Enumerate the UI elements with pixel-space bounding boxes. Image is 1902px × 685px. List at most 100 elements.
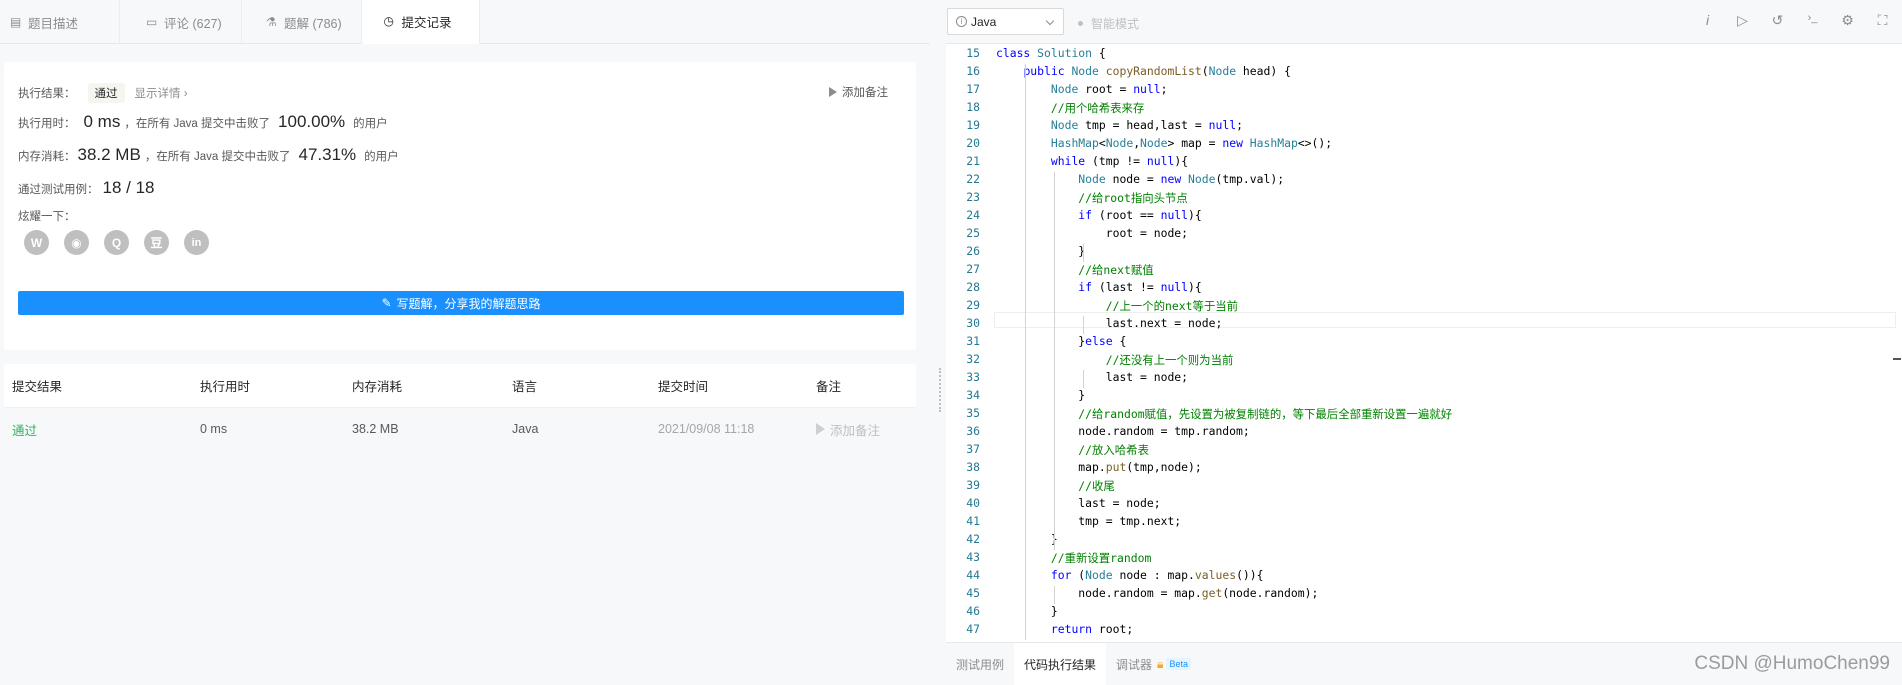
code-line[interactable]: //给next赋值: [996, 262, 1153, 278]
line-number: 31: [966, 334, 980, 348]
code-line[interactable]: node.random = tmp.random;: [996, 424, 1249, 438]
code-line[interactable]: }: [996, 532, 1058, 546]
show-details-link[interactable]: 显示详情 ›: [135, 85, 188, 101]
memory-label: 内存消耗：: [18, 151, 76, 163]
write-solution-label: 写题解，分享我的解题思路: [396, 296, 541, 311]
info-icon[interactable]: i: [1698, 12, 1717, 29]
code-line[interactable]: Node tmp = head,last = null;: [996, 118, 1243, 132]
tab-submissions[interactable]: ◷ 提交记录: [362, 0, 480, 44]
problem-tabs: ▤ 题目描述 ▭ 评论 (627) ⚗ 题解 (786) ◷ 提交记录: [0, 0, 930, 44]
code-line[interactable]: //用个哈希表来存: [996, 100, 1144, 116]
row-runtime: 0 ms: [200, 422, 228, 436]
clock-icon: ◷: [383, 14, 394, 28]
drag-dots-icon: [939, 368, 941, 412]
add-note-button[interactable]: 添加备注: [829, 84, 888, 100]
editor-toolbar: i Java 智能模式 i ▷ ↺ ›_ ⚙ ⛶: [946, 0, 1902, 44]
line-number: 22: [966, 172, 980, 186]
tab-run-result[interactable]: 代码执行结果: [1014, 642, 1107, 685]
memory-beat-text: ，在所有 Java 提交中击败了: [144, 151, 291, 163]
code-line[interactable]: Node root = null;: [996, 82, 1168, 96]
line-number: 43: [966, 550, 980, 564]
tab-comments[interactable]: ▭ 评论 (627): [120, 0, 242, 44]
row-status[interactable]: 通过: [12, 420, 37, 439]
code-line[interactable]: tmp = tmp.next;: [996, 514, 1181, 528]
settings-icon[interactable]: ⚙: [1838, 12, 1857, 29]
douban-icon[interactable]: 豆: [144, 230, 169, 255]
panel-resize-handle[interactable]: [934, 0, 946, 685]
line-number: 41: [966, 514, 980, 528]
code-line[interactable]: }: [996, 244, 1085, 258]
code-line[interactable]: //放入哈希表: [996, 442, 1149, 458]
code-line[interactable]: if (root == null){: [996, 208, 1201, 222]
code-line[interactable]: class Solution {: [996, 46, 1106, 60]
flask-icon: ⚗: [266, 14, 277, 29]
code-editor[interactable]: 15 class Solution {16 public Node copyRan…: [946, 46, 1902, 642]
runtime-beat-text: ，在所有 Java 提交中击败了: [124, 118, 271, 130]
code-line[interactable]: map.put(tmp,node);: [996, 460, 1201, 474]
code-line[interactable]: last.next = node;: [996, 316, 1223, 330]
tab-debugger[interactable]: 调试器 🔒︎ Beta: [1106, 643, 1201, 685]
line-number: 26: [966, 244, 980, 258]
table-row[interactable]: 通过 0 ms 38.2 MB Java 2021/09/08 11:18 添加…: [4, 408, 916, 450]
indent-guide: [1083, 370, 1084, 388]
code-line[interactable]: if (last != null){: [996, 280, 1201, 294]
code-line[interactable]: //收尾: [996, 478, 1115, 494]
smart-mode-toggle[interactable]: 智能模式: [1078, 15, 1139, 32]
runtime-label: 执行用时：: [18, 118, 76, 130]
add-note-label: 添加备注: [842, 87, 888, 99]
code-line[interactable]: }else {: [996, 334, 1126, 348]
code-line[interactable]: for (Node node : map.values()){: [996, 568, 1264, 582]
code-line[interactable]: //重新设置random: [996, 550, 1151, 566]
row-add-note-button[interactable]: 添加备注: [816, 420, 880, 439]
pen-icon: ✎: [381, 296, 392, 310]
line-number: 17: [966, 82, 980, 96]
indent-guide: [1025, 64, 1026, 640]
wechat-icon[interactable]: W: [24, 230, 49, 255]
code-line[interactable]: public Node copyRandomList(Node head) {: [996, 64, 1291, 78]
tab-description[interactable]: ▤ 题目描述: [0, 0, 120, 44]
fullscreen-icon[interactable]: ⛶: [1873, 12, 1892, 29]
line-number: 28: [966, 280, 980, 294]
tab-testcases[interactable]: 测试用例: [946, 643, 1014, 685]
line-number: 40: [966, 496, 980, 510]
code-line[interactable]: }: [996, 604, 1058, 618]
beta-badge: Beta: [1166, 658, 1191, 670]
code-line[interactable]: node.random = map.get(node.random);: [996, 586, 1318, 600]
flag-icon: [829, 87, 837, 97]
line-number: 19: [966, 118, 980, 132]
result-row: 执行结果： 通过 显示详情 ›: [18, 83, 188, 103]
console-icon[interactable]: ›_: [1803, 12, 1822, 29]
code-line[interactable]: return root;: [996, 622, 1133, 636]
qq-icon[interactable]: Q: [104, 230, 129, 255]
runtime-suffix: 的用户: [353, 118, 388, 130]
weibo-icon[interactable]: ◉: [64, 230, 89, 255]
code-line[interactable]: last = node;: [996, 496, 1160, 510]
lock-icon: 🔒︎: [1157, 656, 1164, 671]
write-solution-button[interactable]: ✎ 写题解，分享我的解题思路: [18, 291, 904, 315]
code-line[interactable]: }: [996, 388, 1085, 402]
line-number: 21: [966, 154, 980, 168]
line-number: 25: [966, 226, 980, 240]
line-number: 46: [966, 604, 980, 618]
code-line[interactable]: //给random赋值，先设置为被复制链的，等下最后全部重新设置一遍就好: [996, 406, 1452, 422]
header-language: 语言: [512, 380, 538, 394]
code-line[interactable]: //上一个的next等于当前: [996, 298, 1238, 314]
comment-icon: ▭: [146, 14, 158, 29]
code-line[interactable]: //还没有上一个则为当前: [996, 352, 1234, 368]
linkedin-icon[interactable]: in: [184, 230, 209, 255]
tab-solutions[interactable]: ⚗ 题解 (786): [242, 0, 362, 44]
runtime-value: 0 ms: [83, 112, 121, 131]
app-root: ▤ 题目描述 ▭ 评论 (627) ⚗ 题解 (786) ◷ 提交记录 执行结果…: [0, 0, 1902, 685]
status-badge: 通过: [87, 83, 125, 103]
code-line[interactable]: HashMap<Node,Node> map = new HashMap<>()…: [996, 136, 1332, 150]
line-number: 30: [966, 316, 980, 330]
line-number: 42: [966, 532, 980, 546]
line-number: 32: [966, 352, 980, 366]
watermark: CSDN @HumoChen99: [1694, 653, 1890, 674]
code-line[interactable]: Node node = new Node(tmp.val);: [996, 172, 1284, 186]
reset-icon[interactable]: ↺: [1768, 12, 1787, 29]
line-number: 36: [966, 424, 980, 438]
run-icon[interactable]: ▷: [1733, 12, 1752, 29]
tab-label: 评论 (627): [164, 16, 222, 31]
language-select[interactable]: i Java: [947, 8, 1064, 35]
